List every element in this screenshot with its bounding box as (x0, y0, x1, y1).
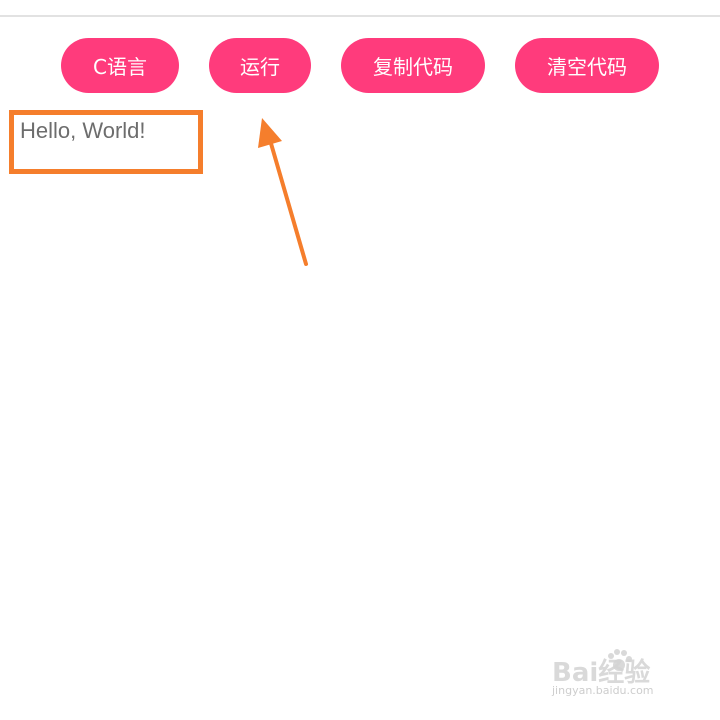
baidu-jingyan-watermark: Bai经验 jingyan.baidu.com (552, 649, 692, 702)
screen: C语言 运行 复制代码 清空代码 Hello, World! Bai经验 jin… (0, 0, 720, 720)
paw-icon (608, 649, 632, 671)
arrow-up-icon (258, 118, 308, 266)
watermark-url: jingyan.baidu.com (552, 684, 654, 697)
